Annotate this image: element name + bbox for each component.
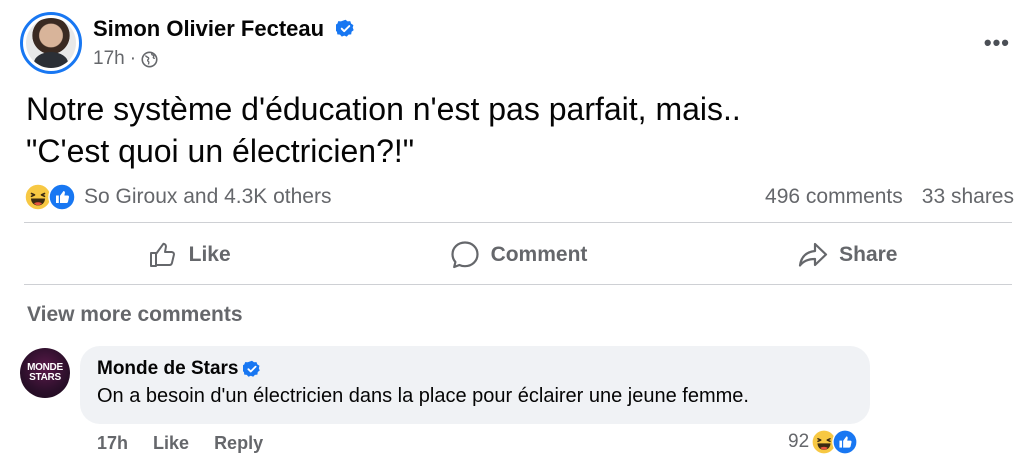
like-button[interactable]: Like bbox=[24, 226, 353, 284]
share-label: Share bbox=[839, 243, 898, 266]
globe-icon bbox=[141, 50, 158, 68]
post-timestamp[interactable]: 17h bbox=[93, 48, 125, 70]
comment-author-name[interactable]: Monde de Stars bbox=[97, 358, 238, 380]
share-button[interactable]: Share bbox=[683, 226, 1012, 284]
divider bbox=[24, 222, 1012, 223]
reaction-names[interactable]: So Giroux and 4.3K others bbox=[84, 185, 331, 209]
share-icon bbox=[799, 242, 828, 267]
post-header: Simon Olivier Fecteau 17h · ••• bbox=[20, 12, 1010, 76]
post-author[interactable]: Simon Olivier Fecteau bbox=[93, 16, 355, 42]
like-icon bbox=[48, 183, 76, 211]
verified-badge-icon bbox=[243, 360, 261, 377]
avatar-image bbox=[26, 18, 76, 68]
comment-reactions[interactable]: 92 bbox=[788, 429, 858, 455]
action-bar: Like Comment Share bbox=[24, 226, 1012, 284]
comments-count[interactable]: 496 comments bbox=[765, 185, 903, 209]
divider bbox=[24, 284, 1012, 285]
like-label: Like bbox=[188, 243, 231, 266]
comment-label: Comment bbox=[490, 243, 588, 266]
commenter-avatar[interactable]: MONDE STARS bbox=[20, 348, 70, 398]
reactions-summary: So Giroux and 4.3K others 496 comments 3… bbox=[24, 180, 1014, 214]
comment-reply-button[interactable]: Reply bbox=[214, 433, 263, 454]
more-options-icon[interactable]: ••• bbox=[984, 30, 1010, 56]
engagement-stats: 496 comments 33 shares bbox=[765, 185, 1014, 209]
comment-button[interactable]: Comment bbox=[353, 226, 682, 284]
like-icon bbox=[832, 429, 858, 455]
shares-count[interactable]: 33 shares bbox=[922, 185, 1014, 209]
comment-reaction-count: 92 bbox=[788, 431, 810, 452]
verified-badge-icon bbox=[336, 19, 354, 37]
comment-like-button[interactable]: Like bbox=[153, 433, 189, 454]
post-meta: 17h · bbox=[93, 48, 158, 70]
view-more-comments-link[interactable]: View more comments bbox=[27, 303, 243, 327]
author-avatar[interactable] bbox=[20, 12, 82, 74]
comment-timestamp[interactable]: 17h bbox=[97, 433, 128, 454]
comment-icon bbox=[450, 241, 479, 269]
post-text: Notre système d'éducation n'est pas parf… bbox=[26, 91, 741, 169]
comment-author[interactable]: Monde de Stars bbox=[97, 358, 853, 380]
reaction-icons[interactable] bbox=[24, 183, 76, 211]
thumbs-up-icon bbox=[149, 242, 175, 267]
commenter-avatar-logo: MONDE STARS bbox=[27, 362, 63, 383]
comment-footer: 17h Like Reply bbox=[97, 433, 263, 454]
comment-text: On a besoin d'un électricien dans la pla… bbox=[97, 385, 749, 407]
post-author-name[interactable]: Simon Olivier Fecteau bbox=[93, 16, 324, 41]
meta-separator: · bbox=[129, 48, 137, 69]
comment-bubble: Monde de Stars On a besoin d'un électric… bbox=[80, 346, 870, 424]
